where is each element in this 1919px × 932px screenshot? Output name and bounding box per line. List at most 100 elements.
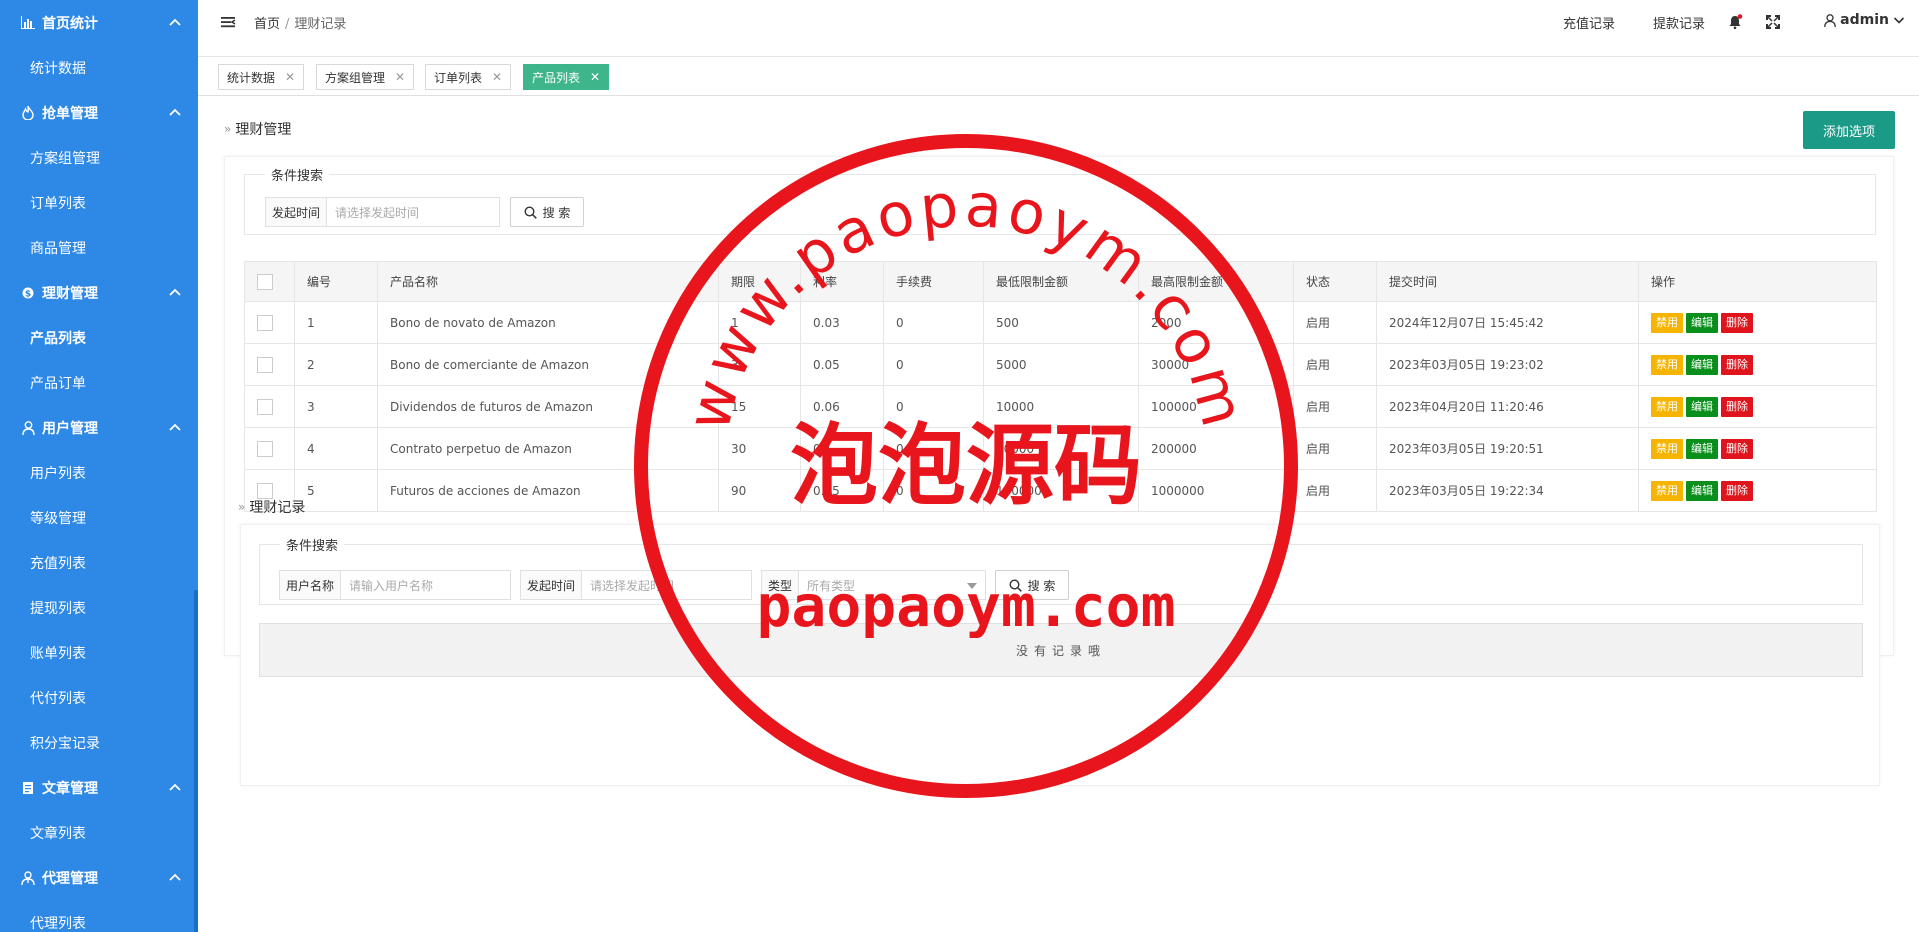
time-input[interactable]: 请选择发起时间 [327,198,499,226]
sidebar-item-order-list[interactable]: 订单列表 [0,180,198,225]
menu-toggle-icon[interactable] [220,14,236,30]
sidebar-item-article-list[interactable]: 文章列表 [0,810,198,855]
double-chevron-icon: » [238,500,246,514]
close-icon[interactable]: ✕ [590,70,600,84]
edit-button[interactable]: 编辑 [1686,354,1718,375]
close-icon[interactable]: ✕ [285,70,295,84]
wealth-time-field[interactable]: 发起时间 请选择发起时间 [265,197,500,227]
sidebar-group-articles[interactable]: 文章管理 [0,765,198,810]
column-header: 提交时间 [1376,261,1639,302]
row-checkbox[interactable] [257,398,273,415]
records-search-button[interactable]: 搜 索 [995,570,1069,600]
cell-rate: 0.03 [800,301,884,344]
tab-stats-data[interactable]: 统计数据 ✕ [218,64,305,90]
disable-button[interactable]: 禁用 [1651,438,1683,459]
tab-product-list[interactable]: 产品列表 ✕ [523,64,610,90]
disable-button[interactable]: 禁用 [1651,354,1683,375]
records-type-select[interactable]: 类型 所有类型 [761,570,986,600]
top-bar: 首页 / 理财记录 充值记录 提款记录 admin [198,0,1919,57]
records-time-field[interactable]: 发起时间 请选择发起时间 [520,570,752,600]
chevron-up-icon [169,108,181,116]
disable-button[interactable]: 禁用 [1651,312,1683,333]
row-checkbox[interactable] [257,314,273,331]
edit-button[interactable]: 编辑 [1686,480,1718,501]
column-header: 利率 [800,261,884,302]
tab-label: 统计数据 [227,70,276,85]
sidebar-group-users[interactable]: 用户管理 [0,405,198,450]
delete-button[interactable]: 删除 [1721,312,1753,333]
type-value[interactable]: 所有类型 [799,571,985,599]
close-icon[interactable]: ✕ [395,70,405,84]
sidebar-group-grab-orders[interactable]: 抢单管理 [0,90,198,135]
time-input[interactable]: 请选择发起时间 [582,571,751,599]
product-table: 编号 产品名称 期限 利率 手续费 最低限制金额 最高限制金额 状态 提交时间 … [244,261,1877,512]
row-checkbox[interactable] [257,356,273,373]
edit-button[interactable]: 编辑 [1686,438,1718,459]
column-header: 期限 [718,261,801,302]
sidebar-item-product-orders[interactable]: 产品订单 [0,360,198,405]
withdraw-records-link[interactable]: 提款记录 [1653,13,1705,32]
cell-rate: 0.05 [800,343,884,386]
breadcrumb-home[interactable]: 首页 [254,17,280,32]
user-input[interactable]: 请输入用户名称 [341,571,510,599]
sidebar-item-label: 产品订单 [30,375,86,392]
delete-button[interactable]: 删除 [1721,396,1753,417]
edit-button[interactable]: 编辑 [1686,312,1718,333]
cell-name: Dividendos de futuros de Amazon [377,385,719,428]
tab-order-list[interactable]: 订单列表 ✕ [425,64,512,90]
sidebar-item-stats-data[interactable]: 统计数据 [0,45,198,90]
cell-min: 10000 [983,385,1139,428]
agent-icon [20,870,36,886]
delete-button[interactable]: 删除 [1721,438,1753,459]
row-checkbox[interactable] [257,440,273,457]
sidebar-item-points-records[interactable]: 积分宝记录 [0,720,198,765]
double-chevron-icon: » [224,122,232,136]
tab-label: 方案组管理 [325,70,386,85]
section-title-text: 理财管理 [235,122,292,138]
user-menu[interactable]: admin [1824,12,1905,28]
sidebar-group-label: 代理管理 [42,870,98,887]
fullscreen-icon[interactable] [1765,14,1781,30]
chart-icon [20,15,36,31]
tab-plan-groups[interactable]: 方案组管理 ✕ [316,64,415,90]
delete-button[interactable]: 删除 [1721,354,1753,375]
cell-max: 1000000 [1138,469,1294,512]
sidebar-item-withdraw-list[interactable]: 提现列表 [0,585,198,630]
cell-fee: 0 [883,301,984,344]
add-option-button[interactable]: 添加选项 [1803,111,1895,149]
delete-button[interactable]: 删除 [1721,480,1753,501]
sidebar-item-product-list[interactable]: 产品列表 [0,315,198,360]
sidebar-item-levels[interactable]: 等级管理 [0,495,198,540]
cell-time: 2024年12月07日 15:45:42 [1376,301,1639,344]
column-header: 编号 [294,261,378,302]
sidebar-item-agent-list[interactable]: 代理列表 [0,900,198,932]
disable-button[interactable]: 禁用 [1651,480,1683,501]
sidebar-item-plan-groups[interactable]: 方案组管理 [0,135,198,180]
close-icon[interactable]: ✕ [492,70,502,84]
main-content: » 理财管理 添加选项 条件搜索 发起时间 请选择发起时间 搜 索 编号 产品名… [198,96,1919,932]
sidebar-item-goods[interactable]: 商品管理 [0,225,198,270]
sidebar-item-recharge-list[interactable]: 充值列表 [0,540,198,585]
cell-status: 启用 [1293,469,1377,512]
select-all-checkbox[interactable] [257,273,273,290]
sidebar-item-user-list[interactable]: 用户列表 [0,450,198,495]
cell-min: 5000 [983,343,1139,386]
time-label: 发起时间 [266,198,328,226]
sidebar-group-home-stats[interactable]: 首页统计 [0,0,198,45]
sidebar-item-payout-list[interactable]: 代付列表 [0,675,198,720]
cell-max: 2000 [1138,301,1294,344]
cell-term: 15 [718,385,801,428]
cell-id: 4 [294,427,378,470]
records-user-field[interactable]: 用户名称 请输入用户名称 [279,570,511,600]
breadcrumb-current: 理财记录 [294,17,347,32]
edit-button[interactable]: 编辑 [1686,396,1718,417]
wealth-search-button[interactable]: 搜 索 [510,197,584,227]
sidebar-group-label: 首页统计 [42,15,98,32]
sidebar-group-agents[interactable]: 代理管理 [0,855,198,900]
recharge-records-link[interactable]: 充值记录 [1563,13,1615,32]
bell-icon[interactable] [1727,14,1743,30]
sidebar-item-bill-list[interactable]: 账单列表 [0,630,198,675]
sidebar-group-wealth[interactable]: $ 理财管理 [0,270,198,315]
column-header: 操作 [1638,261,1877,302]
disable-button[interactable]: 禁用 [1651,396,1683,417]
